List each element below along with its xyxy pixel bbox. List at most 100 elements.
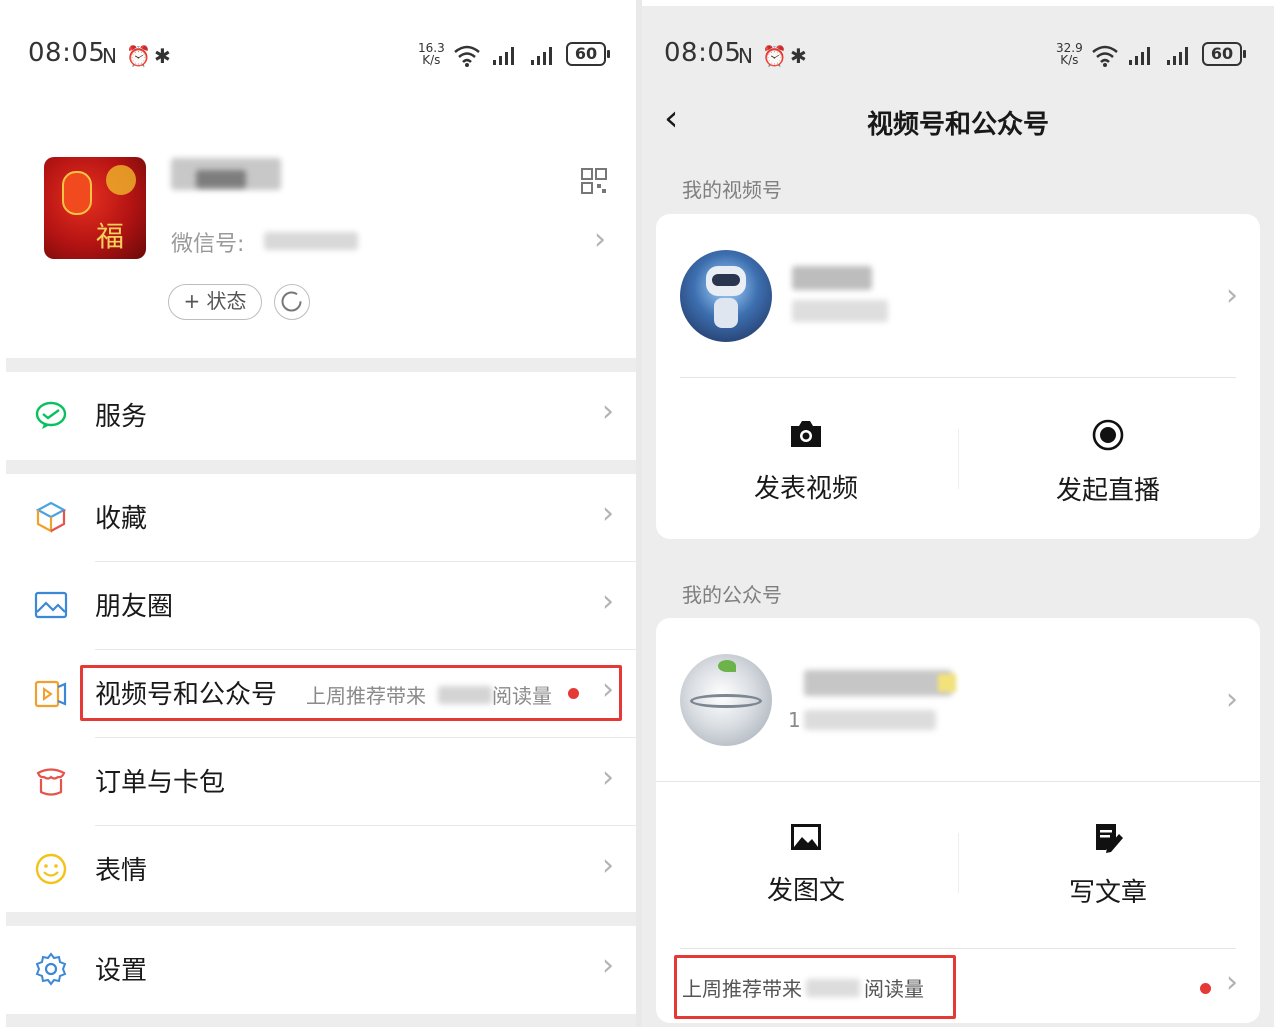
channel-account-row[interactable]: ›	[656, 214, 1260, 374]
image-icon	[791, 824, 821, 850]
refresh-circle-icon	[281, 291, 302, 312]
bluetooth-icon: ✱	[154, 44, 171, 68]
action-label: 发起直播	[1055, 476, 1160, 506]
battery-indicator: 60	[1202, 42, 1246, 66]
favorites-cube-icon	[35, 501, 67, 533]
menu-item-orders[interactable]: 订单与卡包 ›	[6, 738, 636, 826]
qr-code-icon[interactable]	[580, 167, 608, 195]
wifi-icon	[454, 45, 480, 67]
menu-label: 设置	[95, 956, 148, 986]
wifi-icon	[1092, 45, 1118, 67]
card-divider	[656, 781, 1260, 782]
official-name-badge-redacted	[938, 674, 956, 692]
menu-item-settings[interactable]: 设置 ›	[6, 926, 636, 1014]
menu-item-stickers[interactable]: 表情 ›	[6, 826, 636, 914]
card-divider	[680, 377, 1236, 378]
official-account-row[interactable]: 1 ›	[656, 618, 1260, 780]
menu-label: 表情	[95, 856, 148, 886]
avatar[interactable]: 福	[44, 157, 146, 259]
signal-icon-2	[1167, 47, 1188, 65]
channels-card: › 发表视频 发起直播	[656, 214, 1260, 539]
battery-indicator: 60	[566, 42, 610, 66]
channels-official-page: 08:05 N ⏰ ✱ 32.9 K/s 60 ‹ 视频号和公众号 我的视频号	[642, 6, 1274, 1027]
menu-item-favorites[interactable]: 收藏 ›	[6, 474, 636, 562]
gear-icon	[35, 952, 67, 986]
status-time: 08:05	[28, 38, 106, 68]
fu-character-image: 福	[96, 220, 125, 253]
profile-chevron-icon: ›	[594, 222, 606, 257]
nfc-icon: N	[738, 44, 753, 68]
chevron-right-icon: ›	[602, 584, 614, 619]
official-avatar	[680, 654, 772, 746]
action-divider	[958, 429, 959, 489]
action-label: 发表视频	[753, 474, 858, 504]
signal-icon-2	[531, 47, 552, 65]
section-title-official: 我的公众号	[682, 583, 782, 607]
moments-image-icon	[34, 591, 68, 619]
menu-label: 订单与卡包	[95, 768, 226, 798]
highlight-box	[674, 955, 956, 1019]
action-label: 发图文	[766, 876, 845, 906]
write-article-button[interactable]: 写文章	[1008, 822, 1208, 909]
section-title-channels: 我的视频号	[682, 178, 782, 202]
chevron-right-icon: ›	[602, 496, 614, 531]
speed-unit: K/s	[1060, 53, 1079, 67]
post-image-text-button[interactable]: 发图文	[706, 822, 906, 907]
chevron-right-icon: ›	[602, 848, 614, 883]
section-gap	[6, 912, 636, 926]
wechat-pay-icon	[35, 401, 67, 429]
profile-header[interactable]: 福 微信号: › + 状态	[6, 106, 636, 358]
nickname-redacted-inner	[196, 170, 246, 188]
menu-label: 朋友圈	[95, 592, 174, 622]
wechat-id-label: 微信号:	[171, 232, 245, 257]
network-speed: 32.9 K/s	[1056, 42, 1083, 66]
camera-icon	[791, 421, 821, 447]
channel-info-redacted	[792, 300, 888, 322]
highlight-box	[80, 665, 622, 721]
channel-avatar	[680, 250, 772, 342]
add-status-button[interactable]: + 状态	[168, 284, 262, 320]
action-label: 写文章	[1068, 878, 1147, 908]
status-bar: 08:05 N ⏰ ✱ 16.3 K/s 60	[6, 36, 636, 76]
alarm-icon: ⏰	[126, 44, 151, 68]
followers-prefix: 1	[788, 708, 801, 732]
smiley-icon	[35, 853, 67, 885]
signal-icon-1	[1129, 47, 1150, 65]
signal-icon-1	[493, 47, 514, 65]
official-name-redacted	[804, 670, 952, 696]
menu-label: 收藏	[95, 504, 148, 534]
alarm-icon: ⏰	[762, 44, 787, 68]
section-gap	[6, 358, 636, 372]
post-video-button[interactable]: 发表视频	[706, 418, 906, 505]
menu-item-service[interactable]: 服务 ›	[6, 372, 636, 460]
chevron-right-icon: ›	[1226, 682, 1238, 717]
nfc-icon: N	[102, 44, 117, 68]
chevron-right-icon: ›	[1226, 278, 1238, 313]
action-divider	[958, 833, 959, 893]
status-circle-button[interactable]	[274, 284, 310, 320]
section-gap	[6, 1014, 636, 1027]
live-record-icon	[1092, 419, 1124, 451]
official-info-redacted	[804, 710, 936, 730]
status-bar: 08:05 N ⏰ ✱ 32.9 K/s 60	[642, 36, 1274, 76]
network-speed: 16.3 K/s	[418, 42, 445, 66]
orders-icon	[36, 768, 66, 796]
bluetooth-icon: ✱	[790, 44, 807, 68]
speed-unit: K/s	[422, 53, 441, 67]
channels-icon	[34, 680, 67, 708]
chevron-right-icon: ›	[602, 760, 614, 795]
red-dot-badge	[1200, 983, 1211, 994]
recommend-row[interactable]: 上周推荐带来 阅读量 ›	[656, 949, 1260, 1023]
start-live-button[interactable]: 发起直播	[1008, 418, 1208, 507]
official-card: 1 › 发图文 写文章 上周推荐带来 阅读量 ›	[656, 618, 1260, 1023]
chevron-right-icon: ›	[602, 394, 614, 429]
chevron-right-icon: ›	[602, 948, 614, 983]
me-page: 08:05 N ⏰ ✱ 16.3 K/s 60 福 微信号: › + 状态 服务…	[6, 6, 636, 1027]
menu-label: 服务	[95, 402, 148, 432]
channel-name-redacted	[792, 266, 872, 290]
page-title: 视频号和公众号	[866, 110, 1049, 140]
menu-item-channels-official[interactable]: 视频号和公众号 上周推荐带来 阅读量 ›	[6, 650, 636, 738]
menu-item-moments[interactable]: 朋友圈 ›	[6, 562, 636, 650]
status-time: 08:05	[664, 38, 742, 68]
write-article-icon	[1096, 824, 1123, 853]
